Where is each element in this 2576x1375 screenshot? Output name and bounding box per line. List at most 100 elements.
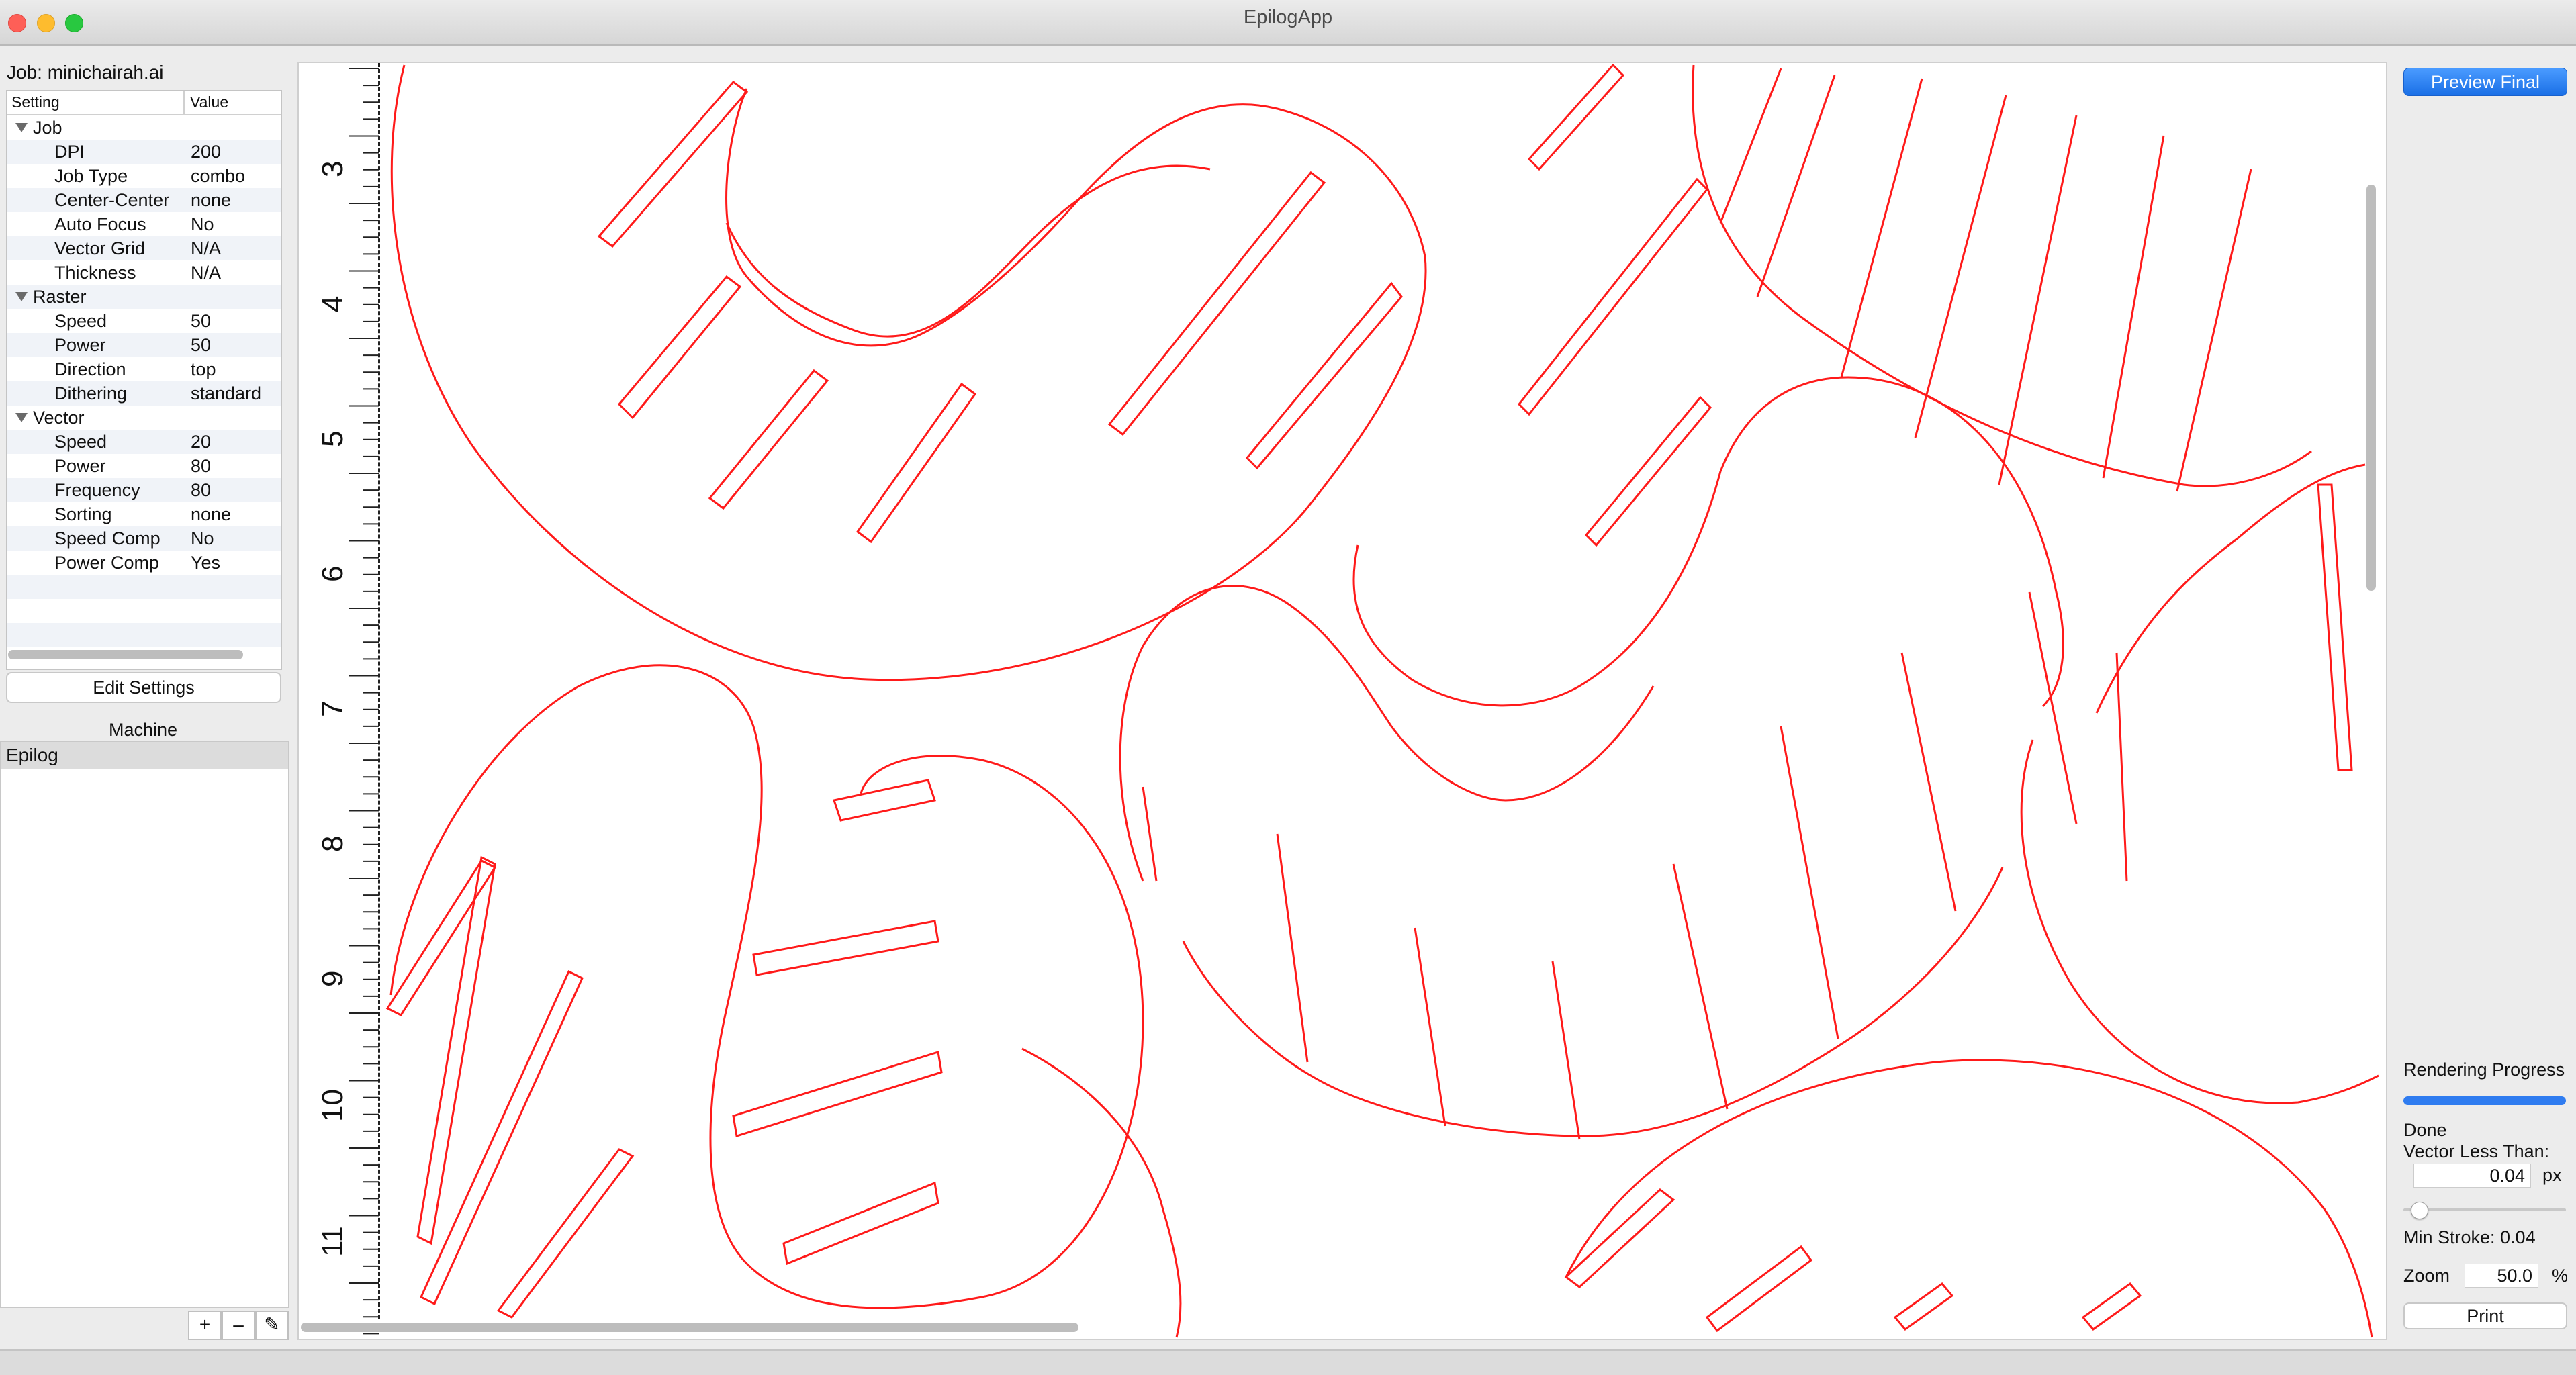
table-row[interactable]: Speed Comp No bbox=[7, 526, 281, 551]
pencil-icon: ✎ bbox=[264, 1314, 280, 1335]
table-row[interactable]: Direction top bbox=[7, 357, 281, 381]
group-label: Raster bbox=[33, 287, 87, 307]
setting-value: 80 bbox=[191, 456, 212, 476]
setting-value: Yes bbox=[191, 553, 221, 573]
table-row[interactable]: Job Type combo bbox=[7, 164, 281, 188]
table-row[interactable]: Auto Focus No bbox=[7, 212, 281, 236]
setting-name: Power Comp bbox=[54, 553, 160, 573]
setting-value: standard bbox=[191, 383, 262, 404]
preview-canvas[interactable]: 3 4 5 6 7 8 9 10 11 bbox=[297, 62, 2387, 1340]
min-stroke-label: Min Stroke: 0.04 bbox=[2403, 1227, 2536, 1247]
canvas-vertical-scrollbar[interactable] bbox=[2366, 185, 2376, 591]
table-row[interactable]: Thickness N/A bbox=[7, 260, 281, 285]
table-row[interactable]: Power 50 bbox=[7, 333, 281, 357]
ruler-label: 3 bbox=[316, 161, 349, 177]
empty-row bbox=[7, 575, 281, 599]
setting-name: Thickness bbox=[54, 263, 136, 283]
setting-name: Dithering bbox=[54, 383, 128, 404]
status-bar bbox=[0, 1349, 2576, 1375]
zoom-unit-label: % bbox=[2552, 1266, 2569, 1286]
table-row[interactable]: Power Comp Yes bbox=[7, 551, 281, 575]
setting-name: Job Type bbox=[54, 166, 128, 186]
zoom-field[interactable]: 50.0 bbox=[2465, 1264, 2538, 1288]
canvas-horizontal-scrollbar[interactable] bbox=[301, 1323, 1078, 1332]
table-row[interactable]: Frequency 80 bbox=[7, 478, 281, 502]
ruler-label: 9 bbox=[316, 971, 349, 987]
ruler-label: 4 bbox=[316, 296, 349, 312]
setting-name: Direction bbox=[54, 359, 126, 379]
disclosure-triangle-icon[interactable] bbox=[15, 292, 28, 301]
setting-name: DPI bbox=[54, 142, 85, 162]
table-row[interactable]: DPI 200 bbox=[7, 140, 281, 164]
ruler-label: 11 bbox=[316, 1226, 349, 1257]
job-line: Job: minichairah.ai bbox=[7, 62, 163, 83]
settings-table-header: Setting Value bbox=[7, 91, 281, 115]
setting-column-header[interactable]: Setting bbox=[11, 93, 60, 111]
rendering-progress-label: Rendering Progress bbox=[2403, 1059, 2565, 1080]
slider-knob[interactable] bbox=[2411, 1202, 2428, 1219]
ruler-label: 6 bbox=[316, 566, 349, 582]
group-row-job[interactable]: Job bbox=[7, 115, 281, 140]
machine-header: Machine bbox=[108, 720, 178, 740]
setting-value: 50 bbox=[191, 311, 212, 331]
setting-name: Speed bbox=[54, 432, 107, 452]
setting-value: 80 bbox=[191, 480, 212, 500]
setting-name: Power bbox=[54, 335, 106, 355]
table-row[interactable]: Dithering standard bbox=[7, 381, 281, 406]
setting-value: none bbox=[191, 190, 232, 210]
disclosure-triangle-icon[interactable] bbox=[15, 123, 28, 132]
setting-name: Speed Comp bbox=[54, 528, 160, 549]
ruler-label: 7 bbox=[316, 701, 349, 717]
edit-machine-button[interactable]: ✎ bbox=[255, 1311, 289, 1340]
setting-name: Speed bbox=[54, 311, 107, 331]
ruler-edge-line bbox=[378, 63, 380, 1319]
setting-value: 50 bbox=[191, 335, 212, 355]
group-label: Vector bbox=[33, 408, 85, 428]
table-row[interactable]: Speed 20 bbox=[7, 430, 281, 454]
setting-value: No bbox=[191, 214, 214, 234]
zoom-label: Zoom bbox=[2403, 1266, 2450, 1286]
group-row-raster[interactable]: Raster bbox=[7, 285, 281, 309]
window-title: EpilogApp bbox=[1243, 7, 1333, 28]
setting-value: No bbox=[191, 528, 214, 549]
machine-list: Epilog bbox=[0, 741, 289, 1308]
preview-final-button[interactable]: Preview Final bbox=[2403, 68, 2567, 96]
setting-name: Sorting bbox=[54, 504, 112, 524]
setting-value: 200 bbox=[191, 142, 222, 162]
machine-item-epilog[interactable]: Epilog bbox=[1, 742, 288, 769]
remove-machine-button[interactable]: – bbox=[222, 1311, 255, 1340]
print-button[interactable]: Print bbox=[2403, 1302, 2567, 1329]
ruler-label: 5 bbox=[316, 431, 349, 447]
value-column-header[interactable]: Value bbox=[190, 93, 228, 111]
disclosure-triangle-icon[interactable] bbox=[15, 413, 28, 422]
job-label: Job: bbox=[7, 62, 42, 83]
group-label: Job bbox=[33, 117, 62, 138]
empty-row bbox=[7, 623, 281, 647]
rendering-progress-bar bbox=[2403, 1096, 2566, 1105]
table-row[interactable]: Speed 50 bbox=[7, 309, 281, 333]
setting-value: combo bbox=[191, 166, 246, 186]
setting-value: 20 bbox=[191, 432, 212, 452]
ruler: 3 4 5 6 7 8 9 10 11 bbox=[316, 68, 379, 1335]
vector-less-than-field[interactable]: 0.04 bbox=[2413, 1164, 2531, 1188]
table-row[interactable]: Sorting none bbox=[7, 502, 281, 526]
table-row[interactable]: Center-Center none bbox=[7, 188, 281, 212]
group-row-vector[interactable]: Vector bbox=[7, 406, 281, 430]
setting-value: N/A bbox=[191, 263, 222, 283]
table-row[interactable]: Power 80 bbox=[7, 454, 281, 478]
ruler-label: 8 bbox=[316, 836, 349, 852]
setting-value: none bbox=[191, 504, 232, 524]
edit-settings-button[interactable]: Edit Settings bbox=[6, 672, 281, 703]
job-name: minichairah.ai bbox=[47, 62, 164, 83]
setting-name: Center-Center bbox=[54, 190, 170, 210]
setting-name: Vector Grid bbox=[54, 238, 146, 258]
title-bar: EpilogApp bbox=[0, 0, 2576, 46]
setting-value: N/A bbox=[191, 238, 222, 258]
add-machine-button[interactable]: + bbox=[188, 1311, 222, 1340]
vector-less-than-label: Vector Less Than: bbox=[2403, 1141, 2550, 1161]
table-row[interactable]: Vector Grid N/A bbox=[7, 236, 281, 260]
setting-name: Frequency bbox=[54, 480, 140, 500]
setting-name: Power bbox=[54, 456, 106, 476]
vector-unit-label: px bbox=[2542, 1165, 2562, 1185]
settings-table-horizontal-scrollbar[interactable] bbox=[8, 650, 243, 659]
